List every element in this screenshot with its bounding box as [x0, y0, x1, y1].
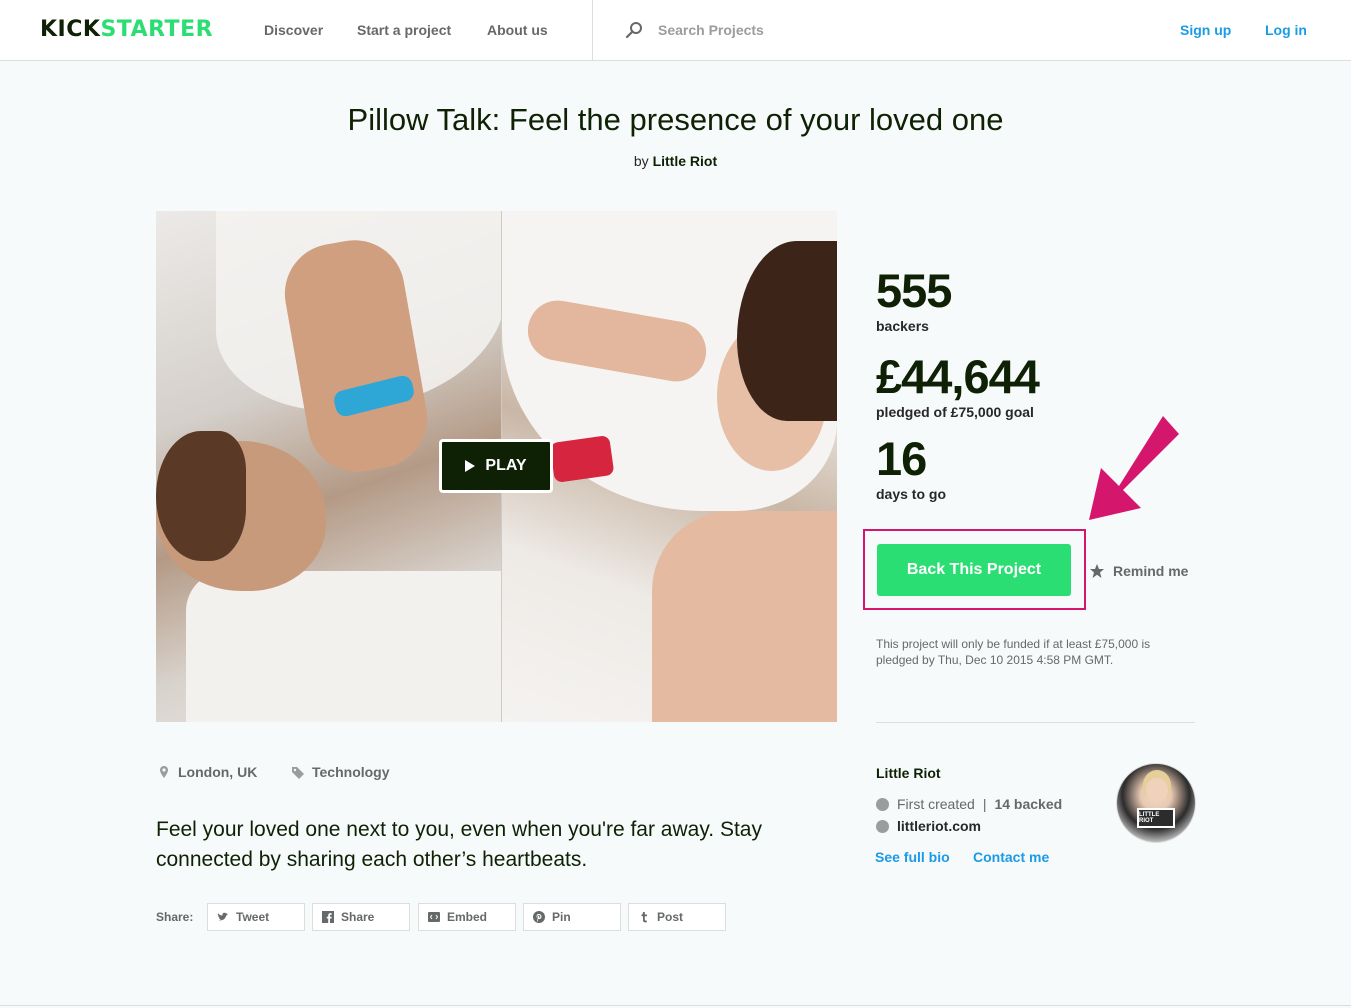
embed-label: Embed: [447, 910, 488, 924]
see-full-bio-link[interactable]: See full bio: [875, 849, 950, 865]
backed-count: 14 backed: [994, 796, 1063, 812]
nav-start-project[interactable]: Start a project: [357, 22, 451, 38]
header-divider: [592, 0, 593, 61]
creator-website-row: littleriot.com: [876, 818, 981, 834]
project-blurb: Feel your loved one next to you, even wh…: [156, 818, 762, 871]
facebook-icon: [322, 911, 334, 923]
days-count: 16: [876, 432, 927, 485]
creator-name[interactable]: Little Riot: [876, 765, 941, 781]
tweet-button[interactable]: Tweet: [207, 903, 305, 931]
tumblr-icon: [641, 912, 647, 923]
red-wristband: [549, 435, 615, 483]
play-label: PLAY: [485, 457, 527, 474]
project-category[interactable]: Technology: [291, 764, 390, 780]
back-this-project-button[interactable]: Back This Project: [877, 544, 1071, 596]
first-created-label: First created: [897, 796, 975, 812]
nav-discover[interactable]: Discover: [264, 22, 323, 38]
site-header: KICKSTARTER Discover Start a project Abo…: [0, 0, 1351, 61]
search-icon[interactable]: [625, 21, 643, 39]
globe-icon: [876, 819, 889, 833]
days-label: days to go: [876, 486, 947, 502]
creator-website-link[interactable]: littleriot.com: [897, 818, 981, 834]
pinterest-icon: [533, 911, 545, 923]
clock-icon: [876, 797, 889, 811]
pin-label: Pin: [552, 910, 571, 924]
pledged-label: pledged of £75,000 goal: [876, 404, 1034, 420]
pledged-amount: £44,644: [876, 350, 1040, 403]
project-byline: by Little Riot: [0, 153, 1351, 169]
creator-avatar[interactable]: LITTLE RIOT: [1116, 763, 1196, 843]
post-label: Post: [657, 910, 684, 924]
kickstarter-logo[interactable]: KICKSTARTER: [40, 17, 213, 42]
share-label: Share:: [156, 910, 194, 924]
sidebar-divider: [876, 722, 1195, 723]
remind-me-label: Remind me: [1113, 563, 1189, 579]
byline-prefix: by: [633, 153, 649, 169]
logo-part-starter: STARTER: [100, 17, 214, 42]
pin-button[interactable]: Pin: [523, 903, 621, 931]
hair-left: [156, 431, 246, 561]
byline-creator-link[interactable]: Little Riot: [653, 153, 718, 169]
creator-separator: |: [982, 796, 987, 812]
creator-history: First created | 14 backed: [876, 796, 1062, 812]
avatar-sign: LITTLE RIOT: [1137, 808, 1175, 828]
nav-about-us[interactable]: About us: [487, 22, 548, 38]
share-label-text: Share: [341, 910, 375, 924]
remind-me-button[interactable]: Remind me: [1089, 563, 1188, 579]
shirt-left: [186, 571, 502, 722]
tag-icon: [292, 767, 304, 779]
shoulder-right: [652, 511, 837, 722]
project-video[interactable]: PLAY: [156, 211, 837, 722]
avatar-face: [1146, 778, 1168, 802]
star-icon: [1090, 564, 1104, 578]
tumblr-post-button[interactable]: Post: [628, 903, 726, 931]
project-title: Pillow Talk: Feel the presence of your l…: [347, 102, 1004, 137]
log-in-link[interactable]: Log in: [1265, 22, 1307, 38]
backers-count: 555: [876, 264, 952, 317]
play-button[interactable]: PLAY: [439, 439, 553, 493]
embed-icon: [428, 912, 440, 922]
sign-up-link[interactable]: Sign up: [1180, 22, 1231, 38]
search-input[interactable]: [650, 14, 1050, 46]
contact-me-link[interactable]: Contact me: [973, 849, 1049, 865]
location-pin-icon: [160, 766, 168, 778]
project-location[interactable]: London, UK: [157, 764, 257, 780]
annotation-arrow-icon: [1089, 416, 1179, 520]
funding-note: This project will only be funded if at l…: [876, 637, 1151, 667]
facebook-share-button[interactable]: Share: [312, 903, 410, 931]
category-label: Technology: [312, 764, 390, 780]
logo-part-kick: KICK: [40, 17, 101, 42]
embed-button[interactable]: Embed: [418, 903, 516, 931]
footer-divider: [0, 1005, 1351, 1006]
twitter-icon: [217, 912, 228, 921]
tweet-label: Tweet: [236, 910, 270, 924]
backers-label: backers: [876, 318, 929, 334]
play-icon: [465, 460, 476, 472]
location-label: London, UK: [178, 764, 258, 780]
